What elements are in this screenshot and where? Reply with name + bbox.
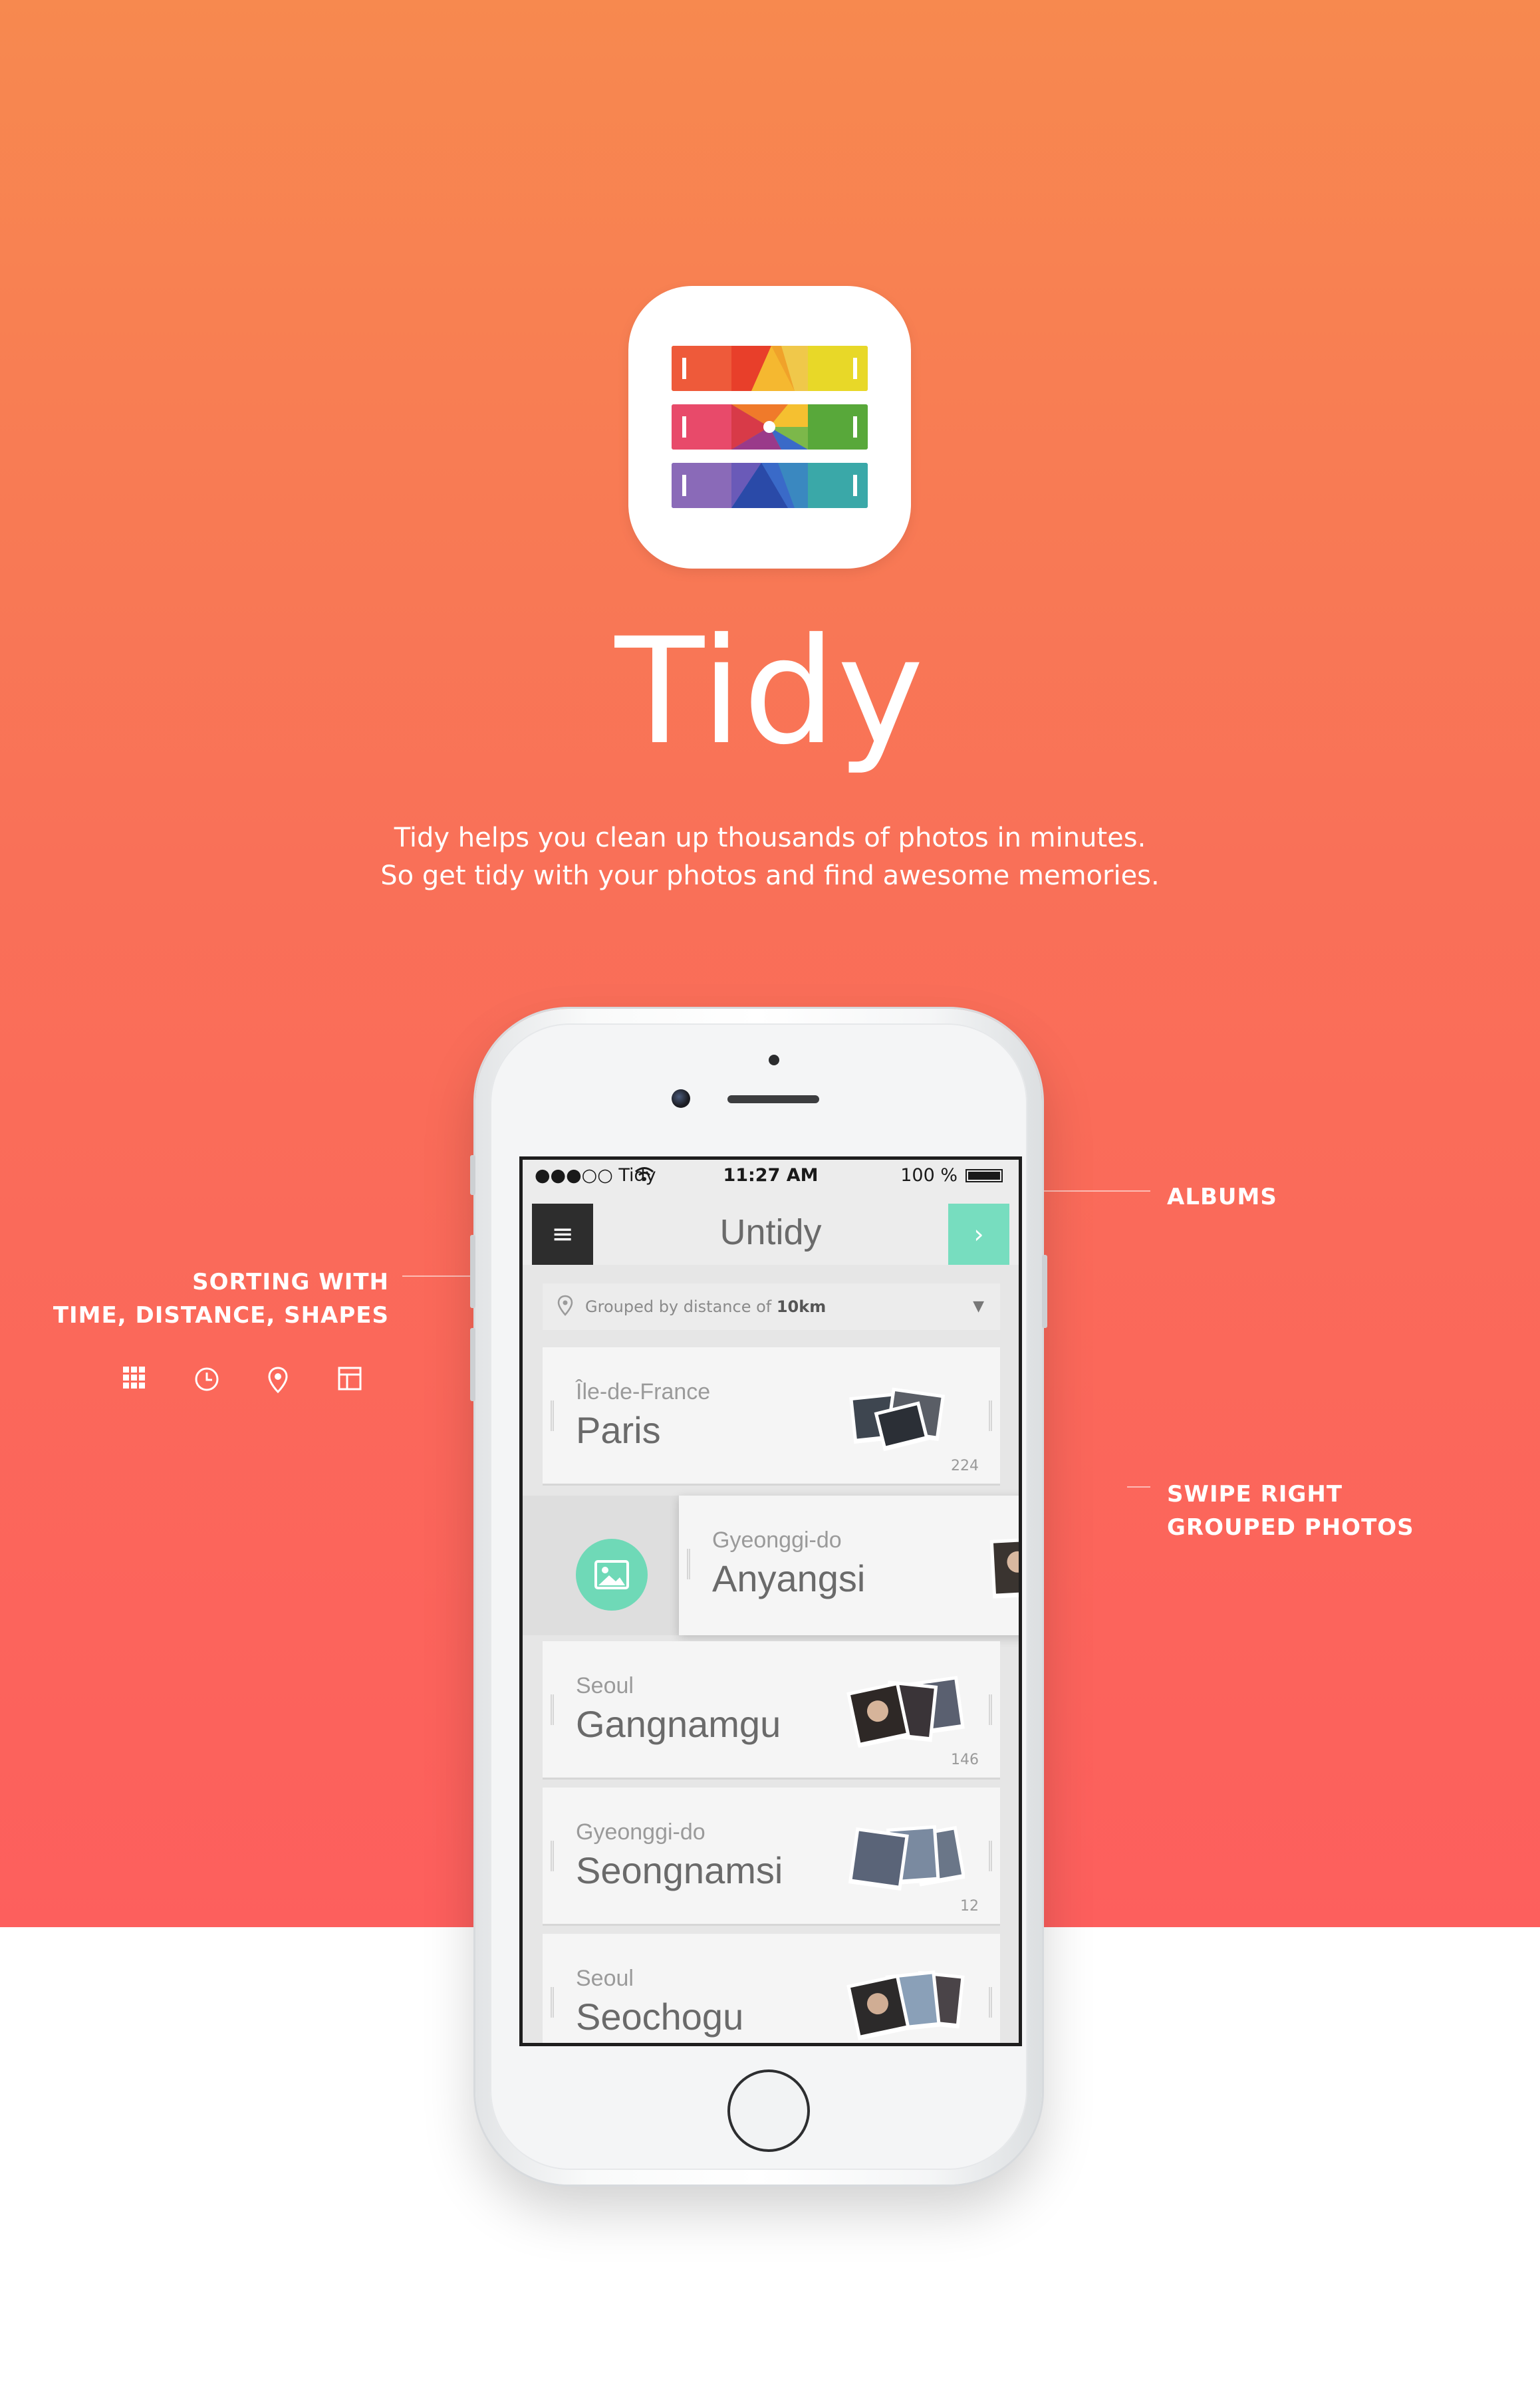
drag-handle-right[interactable] (989, 1987, 992, 2018)
grouping-label-text: Grouped by distance of (585, 1297, 772, 1316)
group-card[interactable]: Gyeonggi-do Seongnamsi 12 (543, 1788, 1000, 1924)
drag-handle-left[interactable] (551, 1987, 554, 2018)
volume-up-button (470, 1235, 475, 1308)
front-camera (672, 1089, 690, 1108)
photo-stack-thumbnail (846, 1970, 965, 2040)
sorting-callout-line-2: TIME, DISTANCE, SHAPES (53, 1302, 389, 1329)
phone-front: ●●●○○ Tidy 11:27 AM 100 % ≡ Untidy › Gro… (490, 1023, 1027, 2170)
chevron-down-icon: ▼ (973, 1298, 984, 1315)
create-album-button[interactable] (576, 1539, 648, 1611)
group-card[interactable]: Seoul Seochogu (543, 1934, 1000, 2043)
image-icon (594, 1560, 629, 1589)
drag-handle-right[interactable] (989, 1400, 992, 1431)
group-card[interactable]: Île-de-France Paris 224 (543, 1347, 1000, 1484)
swipe-callout-line-1: SWIPE RIGHT (1167, 1481, 1343, 1508)
swipe-callout-line-2: GROUPED PHOTOS (1167, 1514, 1414, 1541)
drag-handle-left[interactable] (687, 1549, 690, 1579)
phone-screen: ●●●○○ Tidy 11:27 AM 100 % ≡ Untidy › Gro… (519, 1156, 1022, 2046)
power-button (1042, 1255, 1047, 1328)
grouping-label: Grouped by distance of 10km (585, 1297, 826, 1316)
tagline-line-1: Tidy helps you clean up thousands of pho… (394, 823, 1146, 853)
battery-icon (965, 1169, 1003, 1182)
group-city: Paris (576, 1409, 661, 1451)
photo-stack-thumbnail (846, 1676, 965, 1748)
drag-handle-right[interactable] (989, 1694, 992, 1725)
group-card[interactable]: Seoul Gangnamgu 146 (543, 1641, 1000, 1778)
volume-down-button (470, 1328, 475, 1401)
group-region: Gyeonggi-do (576, 1819, 706, 1845)
group-count: 12 (960, 1898, 979, 1915)
location-pin-icon (267, 1367, 289, 1396)
sorting-callout-line-1: SORTING WITH (192, 1269, 389, 1295)
proximity-sensor (769, 1055, 779, 1065)
layout-icon (338, 1367, 362, 1393)
photo-stack-thumbnail (848, 1825, 965, 1891)
group-region: Seoul (576, 1673, 634, 1698)
home-button[interactable] (727, 2069, 810, 2152)
app-title: Tidy (614, 606, 926, 777)
swipe-callout: SWIPE RIGHT GROUPED PHOTOS (1167, 1478, 1414, 1544)
earpiece-speaker (727, 1095, 819, 1103)
grouping-value: 10km (776, 1297, 827, 1316)
group-city: Gangnamgu (576, 1703, 781, 1745)
tagline: Tidy helps you clean up thousands of pho… (0, 819, 1540, 895)
photo-stack-thumbnail (989, 1535, 1019, 1599)
drag-handle-left[interactable] (551, 1841, 554, 1871)
tidy-logo-icon (672, 346, 868, 508)
tagline-line-2: So get tidy with your photos and find aw… (380, 861, 1160, 891)
group-city: Seongnamsi (576, 1849, 783, 1891)
group-count: 224 (951, 1458, 979, 1474)
group-city: Anyangsi (712, 1557, 866, 1599)
drag-handle-left[interactable] (551, 1400, 554, 1431)
status-bar: ●●●○○ Tidy 11:27 AM 100 % (523, 1160, 1019, 1192)
phone-mockup: ●●●○○ Tidy 11:27 AM 100 % ≡ Untidy › Gro… (470, 1009, 1047, 2185)
group-region: Gyeonggi-do (712, 1528, 842, 1553)
group-region: Seoul (576, 1966, 634, 1991)
albums-button[interactable]: › (948, 1204, 1009, 1265)
grouping-dropdown[interactable]: Grouped by distance of 10km ▼ (543, 1283, 1000, 1330)
mute-switch (470, 1155, 475, 1195)
swipe-callout-leader (1127, 1486, 1150, 1488)
photo-stack-thumbnail (849, 1387, 946, 1452)
group-card-swiped[interactable]: Gyeonggi-do Anyangsi 33 (679, 1496, 1019, 1635)
group-count: 146 (951, 1752, 979, 1768)
drag-handle-left[interactable] (551, 1694, 554, 1725)
screen-title: Untidy (719, 1212, 822, 1252)
albums-callout: ALBUMS (1167, 1184, 1277, 1210)
clock-icon (194, 1367, 219, 1395)
grid-icon (123, 1367, 146, 1392)
app-icon (628, 286, 911, 569)
drag-handle-right[interactable] (989, 1841, 992, 1871)
nav-bar: ≡ Untidy › (523, 1192, 1019, 1265)
group-city: Seochogu (576, 1996, 744, 2038)
group-region: Île-de-France (576, 1379, 711, 1404)
battery-percent: 100 % (900, 1165, 958, 1186)
location-pin-icon (557, 1295, 573, 1320)
sorting-callout: SORTING WITH TIME, DISTANCE, SHAPES (53, 1265, 389, 1332)
